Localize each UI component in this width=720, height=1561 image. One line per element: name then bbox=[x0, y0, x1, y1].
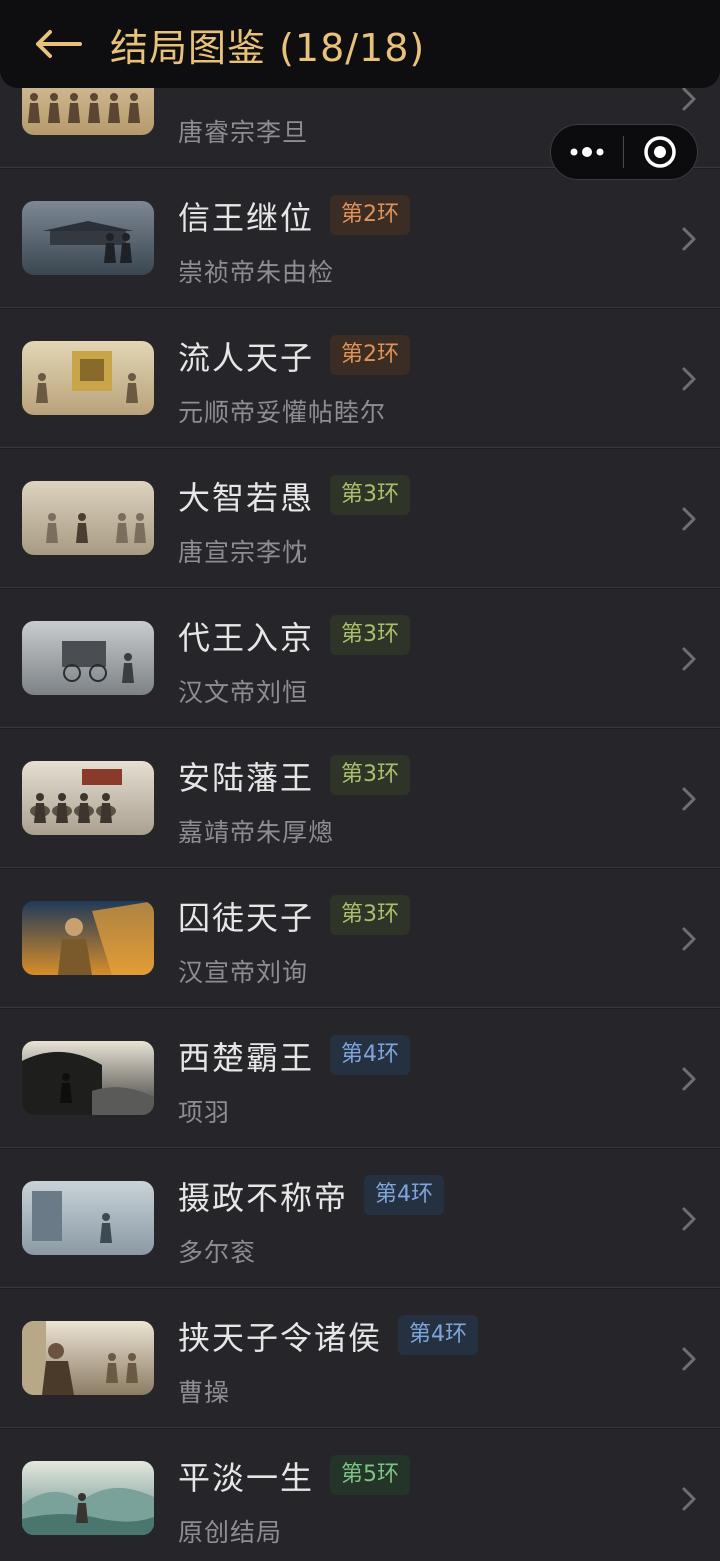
emperor-name: 唐睿宗李旦 bbox=[178, 118, 309, 147]
chevron-right-icon bbox=[678, 1485, 700, 1513]
chevron-right-icon bbox=[678, 85, 700, 113]
arrow-left-icon bbox=[36, 30, 82, 58]
ending-title: 流人天子 bbox=[178, 339, 315, 377]
ending-title: 信王继位 bbox=[178, 199, 315, 237]
page-title: 结局图鉴 (18/18) bbox=[110, 25, 426, 70]
ending-list-item[interactable]: 西楚霸王 第4环项羽 bbox=[0, 1009, 720, 1148]
ending-list-item[interactable]: 安陆藩王 第3环嘉靖帝朱厚熜 bbox=[0, 729, 720, 868]
chevron-right-icon bbox=[678, 1345, 700, 1373]
ending-list-item[interactable]: 大智若愚 第3环 唐宣宗李忱 bbox=[0, 449, 720, 588]
back-button[interactable] bbox=[28, 14, 88, 74]
more-button[interactable] bbox=[551, 125, 623, 179]
tier-badge: 第4环 bbox=[330, 1035, 410, 1075]
tier-badge: 第2环 bbox=[330, 335, 410, 375]
ending-title: 平淡一生 bbox=[178, 1459, 315, 1497]
ending-thumbnail bbox=[22, 761, 154, 835]
emperor-name: 项羽 bbox=[178, 1098, 231, 1127]
ending-title: 挟天子令诸侯 bbox=[178, 1319, 383, 1357]
ending-title: 安陆藩王 bbox=[178, 759, 315, 797]
ending-thumbnail bbox=[22, 1181, 154, 1255]
tier-badge: 第3环 bbox=[330, 755, 410, 795]
ending-thumbnail bbox=[22, 1321, 154, 1395]
chevron-right-icon bbox=[678, 785, 700, 813]
chevron-right-icon bbox=[678, 365, 700, 393]
ending-thumbnail bbox=[22, 901, 154, 975]
ending-list-item[interactable]: 囚徒天子 第3环 汉宣帝刘询 bbox=[0, 869, 720, 1008]
header-bar: 结局图鉴 (18/18) bbox=[0, 0, 720, 88]
chevron-right-icon bbox=[678, 225, 700, 253]
chevron-right-icon bbox=[678, 1205, 700, 1233]
ending-title: 摄政不称帝 bbox=[178, 1179, 349, 1217]
ending-title: 代王入京 bbox=[178, 619, 315, 657]
ending-thumbnail bbox=[22, 621, 154, 695]
ending-thumbnail bbox=[22, 1041, 154, 1115]
ending-list-item[interactable]: 平淡一生 第5环原创结局 bbox=[0, 1429, 720, 1561]
chevron-right-icon bbox=[678, 1065, 700, 1093]
ending-gallery-page: 唐睿宗李旦 信王继位 第2环 崇祯帝朱由检 流人天子 第2环 元顺帝妥懽帖睦尔 大智若愚 第3环… bbox=[0, 0, 720, 1561]
emperor-name: 多尔衮 bbox=[178, 1238, 257, 1267]
emperor-name: 原创结局 bbox=[178, 1518, 283, 1547]
emperor-name: 曹操 bbox=[178, 1378, 231, 1407]
tier-badge: 第3环 bbox=[330, 895, 410, 935]
ending-thumbnail bbox=[22, 1461, 154, 1535]
chevron-right-icon bbox=[678, 505, 700, 533]
tier-badge: 第4环 bbox=[364, 1175, 444, 1215]
ending-title: 西楚霸王 bbox=[178, 1039, 315, 1077]
tier-badge: 第5环 bbox=[330, 1455, 410, 1495]
ending-list-item[interactable]: 流人天子 第2环元顺帝妥懽帖睦尔 bbox=[0, 309, 720, 448]
emperor-name: 元顺帝妥懽帖睦尔 bbox=[178, 398, 387, 427]
emperor-name: 汉宣帝刘询 bbox=[178, 958, 309, 987]
emperor-name: 汉文帝刘恒 bbox=[178, 678, 309, 707]
more-dots-icon bbox=[570, 147, 604, 157]
ending-thumbnail bbox=[22, 341, 154, 415]
mini-program-capsule bbox=[550, 124, 698, 180]
ending-title: 大智若愚 bbox=[178, 479, 315, 517]
ending-list-item[interactable]: 信王继位 第2环崇祯帝朱由检 bbox=[0, 169, 720, 308]
chevron-right-icon bbox=[678, 645, 700, 673]
ending-title: 囚徒天子 bbox=[178, 899, 315, 937]
tier-badge: 第3环 bbox=[330, 475, 410, 515]
tier-badge: 第3环 bbox=[330, 615, 410, 655]
chevron-right-icon bbox=[678, 925, 700, 953]
target-circle-icon bbox=[644, 136, 676, 168]
ending-list-item[interactable]: 挟天子令诸侯 第4环曹操 bbox=[0, 1289, 720, 1428]
ending-list: 唐睿宗李旦 信王继位 第2环 崇祯帝朱由检 流人天子 第2环 元顺帝妥懽帖睦尔 大智若愚 第3环… bbox=[0, 29, 720, 1561]
close-mini-program-button[interactable] bbox=[624, 125, 696, 179]
ending-thumbnail bbox=[22, 481, 154, 555]
ending-list-item[interactable]: 摄政不称帝 第4环多尔衮 bbox=[0, 1149, 720, 1288]
ending-thumbnail bbox=[22, 201, 154, 275]
tier-badge: 第4环 bbox=[398, 1315, 478, 1355]
emperor-name: 崇祯帝朱由检 bbox=[178, 258, 335, 287]
emperor-name: 唐宣宗李忱 bbox=[178, 538, 309, 567]
emperor-name: 嘉靖帝朱厚熜 bbox=[178, 818, 335, 847]
tier-badge: 第2环 bbox=[330, 195, 410, 235]
ending-list-item[interactable]: 代王入京 第3环 汉文帝刘恒 bbox=[0, 589, 720, 728]
